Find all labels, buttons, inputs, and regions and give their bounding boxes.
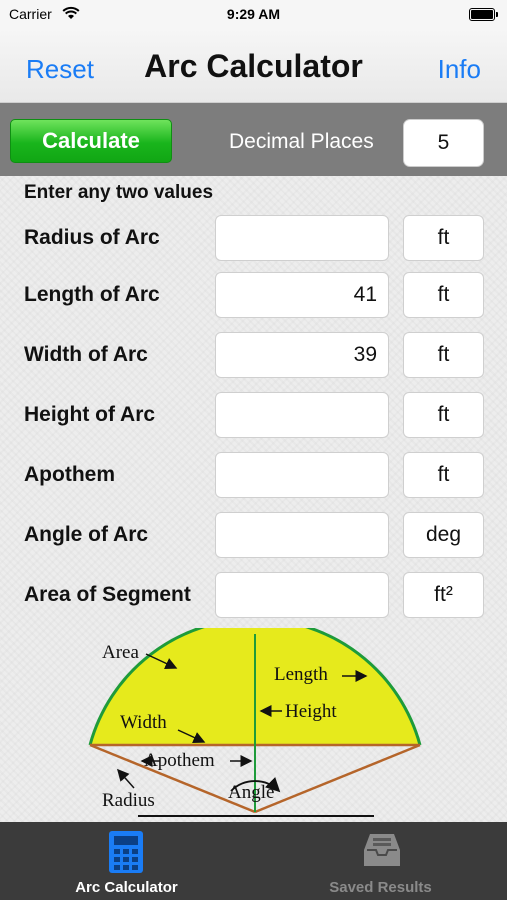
status-bar: Carrier 9:29 AM: [0, 0, 507, 28]
page-title: Arc Calculator: [144, 48, 363, 84]
length-unit-select[interactable]: ft: [403, 272, 484, 318]
area-label: Area of Segment: [24, 583, 191, 606]
area-input[interactable]: [215, 572, 389, 618]
arc-diagram: Area Length Height Width Apothem Radius …: [88, 628, 422, 817]
radius-input[interactable]: [215, 215, 389, 261]
instruction-text: Enter any two values: [24, 182, 214, 203]
angle-unit-select[interactable]: deg: [403, 512, 484, 558]
width-unit-select[interactable]: ft: [403, 332, 484, 378]
decimal-places-input[interactable]: 5: [403, 119, 484, 167]
navigation-bar: Reset Arc Calculator Info: [0, 28, 507, 103]
label-width: Width: [120, 712, 167, 733]
inbox-tray-icon: [364, 834, 400, 866]
tab-label-arc-calculator: Arc Calculator: [75, 879, 178, 896]
apothem-unit-select[interactable]: ft: [403, 452, 484, 498]
decimal-places-label: Decimal Places: [229, 130, 374, 153]
label-length: Length: [274, 664, 328, 685]
label-height: Height: [285, 701, 337, 722]
width-label: Width of Arc: [24, 343, 148, 366]
status-time: 9:29 AM: [226, 6, 281, 22]
angle-label: Angle of Arc: [24, 523, 149, 546]
tab-bar: Arc Calculator Saved Results: [0, 822, 507, 900]
info-button[interactable]: Info: [438, 54, 481, 85]
height-input[interactable]: [215, 392, 389, 438]
area-unit-select[interactable]: ft²: [403, 572, 484, 618]
calculator-form: Enter any two values Radius of Arc ft Le…: [0, 176, 507, 822]
toolbar: Calculate Decimal Places 5: [0, 103, 507, 176]
calculate-button[interactable]: Calculate: [10, 119, 172, 163]
battery-icon: [469, 8, 498, 21]
label-angle: Angle: [228, 782, 274, 803]
apothem-label: Apothem: [24, 463, 115, 486]
height-unit-select[interactable]: ft: [403, 392, 484, 438]
tab-saved-results[interactable]: Saved Results: [254, 822, 507, 900]
radius-unit-select[interactable]: ft: [403, 215, 484, 261]
radius-line-right: [254, 743, 421, 814]
label-apothem: Apothem: [144, 750, 215, 771]
calculator-icon: [109, 831, 143, 873]
width-input[interactable]: 39: [215, 332, 389, 378]
label-radius: Radius: [102, 790, 155, 811]
angle-input[interactable]: [215, 512, 389, 558]
height-label: Height of Arc: [24, 403, 156, 426]
apothem-input[interactable]: [215, 452, 389, 498]
label-area: Area: [102, 642, 139, 663]
length-input[interactable]: 41: [215, 272, 389, 318]
tab-arc-calculator[interactable]: Arc Calculator: [0, 822, 253, 900]
length-label: Length of Arc: [24, 283, 160, 306]
radius-label: Radius of Arc: [24, 226, 160, 249]
tab-label-saved-results: Saved Results: [329, 879, 432, 896]
